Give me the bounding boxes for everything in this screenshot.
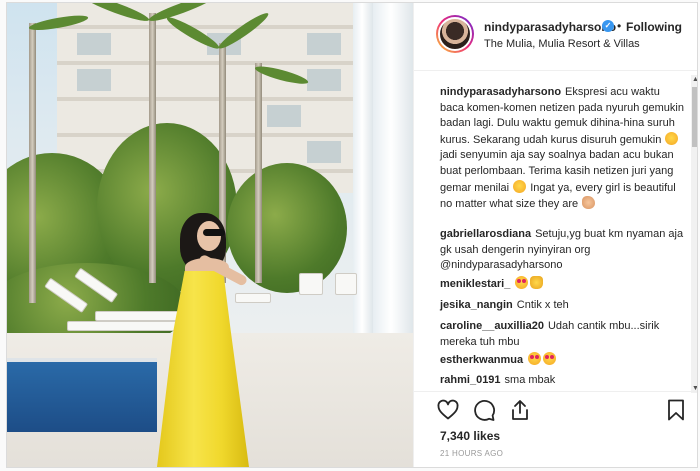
heart-eyes-emoji-icon <box>528 352 542 365</box>
comments-scrollbar[interactable]: ▲ ▼ <box>691 75 697 393</box>
flexed-biceps-emoji-icon <box>582 196 596 210</box>
heart-icon[interactable] <box>436 398 460 422</box>
caption-username[interactable]: nindyparasadyharsono <box>440 86 561 98</box>
instagram-post-modal: nindyparasadyharsono ✓ • Following The M… <box>6 2 698 468</box>
person-face <box>197 221 221 251</box>
scroll-thumb[interactable] <box>692 87 697 147</box>
thumbs-up-emoji-icon <box>530 276 544 289</box>
comment-username[interactable]: rahmi_0191 <box>440 374 501 386</box>
likes-count[interactable]: 7,340 likes <box>440 429 500 443</box>
comment-icon[interactable] <box>472 398 496 422</box>
list-item: meniklestari_ <box>440 276 684 293</box>
face-emoji-icon <box>513 179 527 193</box>
comment-username[interactable]: jesika_nangin <box>440 299 513 311</box>
action-bar <box>414 391 697 431</box>
post-side-panel: nindyparasadyharsono ✓ • Following The M… <box>413 3 697 467</box>
header-separator: • <box>617 19 622 33</box>
heart-eyes-emoji-icon <box>543 352 557 365</box>
list-item: gabriellarosdiana Setuju,yg buat km nyama… <box>440 227 684 274</box>
comment-username[interactable]: meniklestari_ <box>440 278 510 290</box>
following-button[interactable]: Following <box>626 20 682 34</box>
sunglasses <box>203 229 225 236</box>
post-header: nindyparasadyharsono ✓ • Following The M… <box>414 3 697 71</box>
bookmark-icon[interactable] <box>664 398 688 422</box>
post-timestamp[interactable]: 21 HOURS AGO <box>440 449 503 458</box>
comment-text: sma mbak <box>504 374 556 386</box>
comments-list[interactable]: nindyparasadyharsono Ekspresi acu waktu b… <box>414 71 697 391</box>
list-item: caroline__auxillia20 Udah cantik mbu...si… <box>440 319 684 350</box>
verified-badge-icon: ✓ <box>602 20 614 32</box>
list-item: estherkwanmua <box>440 352 684 369</box>
share-icon[interactable] <box>508 398 532 422</box>
header-username[interactable]: nindyparasadyharsono <box>484 20 616 34</box>
comment-username[interactable]: gabriellarosdiana <box>440 228 531 240</box>
face-emoji-icon <box>665 131 679 145</box>
pool <box>7 358 157 432</box>
comment-username[interactable]: caroline__auxillia20 <box>440 320 544 332</box>
heart-eyes-emoji-icon <box>515 276 529 289</box>
list-item: jesika_nangin Cntik x teh <box>440 298 684 314</box>
caption: nindyparasadyharsono Ekspresi acu waktu b… <box>440 85 684 213</box>
comment-username[interactable]: estherkwanmua <box>440 354 523 366</box>
scroll-up-arrow-icon[interactable]: ▲ <box>691 75 697 84</box>
avatar[interactable] <box>436 15 474 53</box>
location-link[interactable]: The Mulia, Mulia Resort & Villas <box>484 38 640 50</box>
list-item: rahmi_0191 sma mbak <box>440 373 684 389</box>
post-photo[interactable] <box>7 3 413 467</box>
comment-text: Cntik x teh <box>516 299 569 311</box>
